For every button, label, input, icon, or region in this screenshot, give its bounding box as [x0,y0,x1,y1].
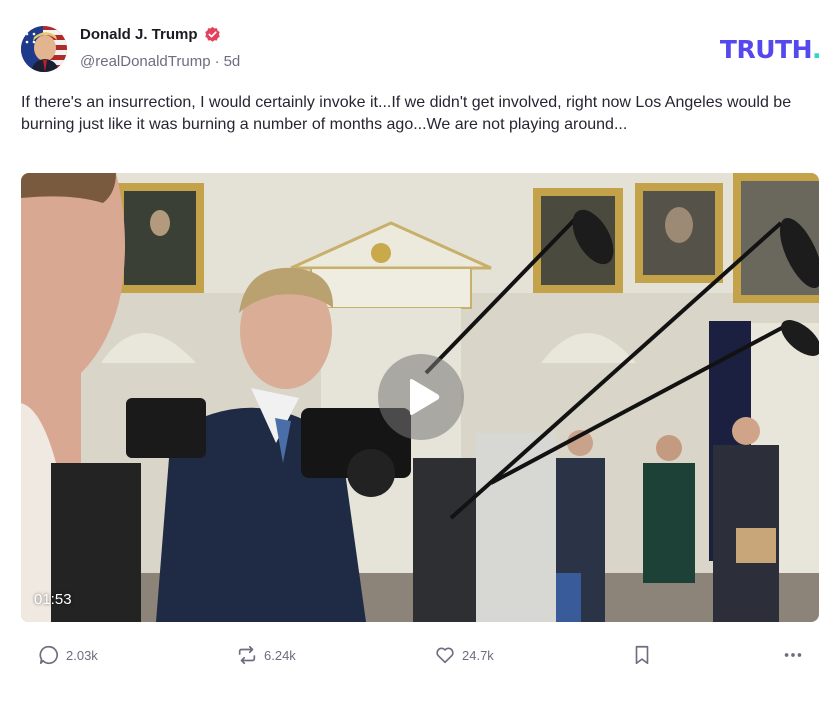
handle-row: @realDonaldTrump · 5d [80,53,240,70]
handle[interactable]: @realDonaldTrump [80,53,211,70]
like-count: 24.7k [462,647,494,663]
more-options-button[interactable] [782,644,804,666]
heart-icon [436,647,454,664]
retruth-count: 6.24k [264,647,296,663]
reply-count: 2.03k [66,647,98,663]
reply-button[interactable]: 2.03k [38,644,98,666]
video-player[interactable]: 01:53 [21,173,819,622]
bookmark-icon [635,645,649,665]
post-text: If there's an insurrection, I would cert… [21,94,792,133]
separator-dot: · [214,53,220,70]
truth-logo[interactable]: TRUTH. [719,35,822,64]
retruth-button[interactable]: 6.24k [236,644,296,666]
logo-dot: . [812,35,822,64]
more-icon [784,653,802,657]
post-header: Donald J. Trump @realDonaldTrump · 5d TR… [21,24,822,74]
avatar[interactable] [21,26,67,72]
play-button[interactable] [378,354,464,440]
post-age[interactable]: 5d [224,53,241,70]
play-icon [410,379,440,415]
action-bar: 2.03k 6.24k 24.7k [0,644,840,672]
video-duration: 01:53 [34,591,72,608]
verified-badge-icon [204,26,220,42]
retruth-icon [238,645,256,665]
logo-text: TRUTH [719,35,813,64]
bookmark-button[interactable] [631,644,653,666]
reply-icon [39,645,58,665]
display-name[interactable]: Donald J. Trump [80,26,198,43]
author-name-row: Donald J. Trump [80,26,221,43]
like-button[interactable]: 24.7k [434,644,494,666]
